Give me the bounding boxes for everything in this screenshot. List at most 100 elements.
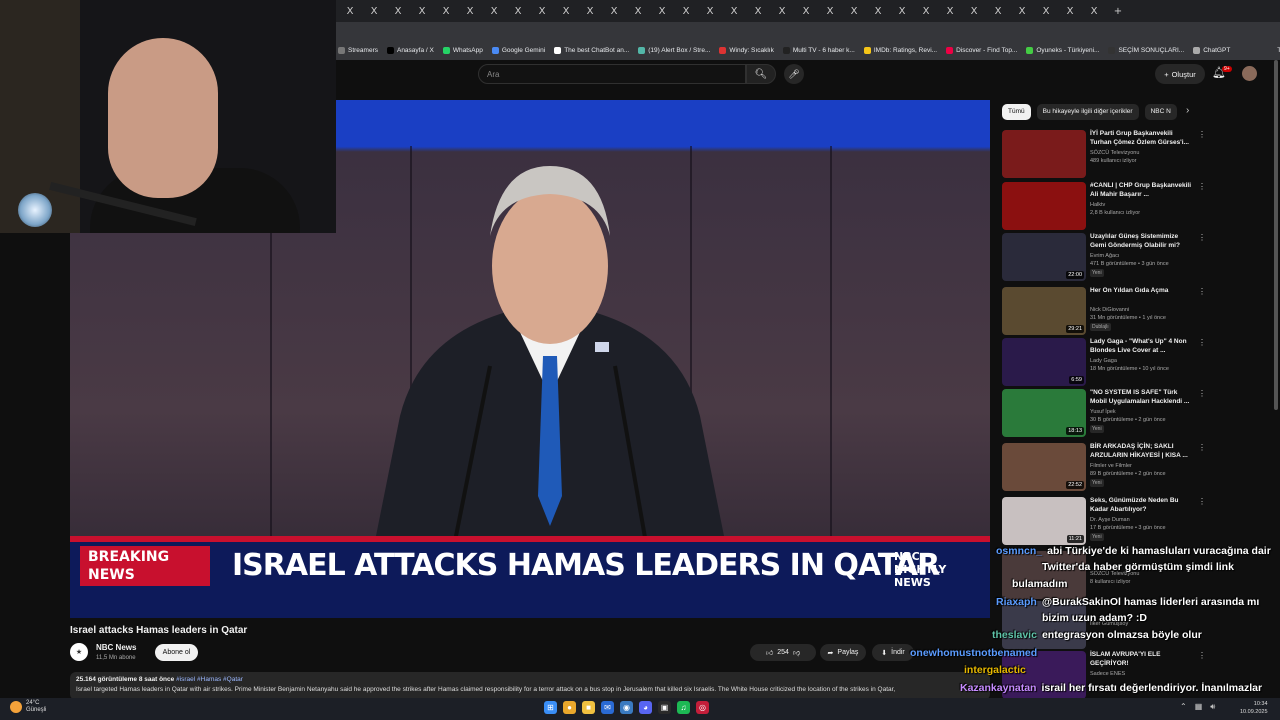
browser-tab[interactable]: X: [818, 3, 842, 19]
browser-tab[interactable]: X: [962, 3, 986, 19]
browser-tab[interactable]: X: [698, 3, 722, 19]
bookmark-item[interactable]: Anasayfa / X: [386, 46, 434, 54]
recommendation-channel[interactable]: Yusuf İpek: [1090, 409, 1116, 415]
browser-tab[interactable]: X: [530, 3, 554, 19]
share-button[interactable]: ➦ Paylaş: [820, 644, 866, 661]
recommendation-item[interactable]: 18:13 "NO SYSTEM IS SAFE" Türk Mobil Uygu…: [1002, 389, 1206, 437]
chat-username[interactable]: theslavic: [992, 629, 1037, 641]
browser-tab[interactable]: X: [458, 3, 482, 19]
discord-icon[interactable]: ◕: [639, 701, 652, 714]
subscribe-button[interactable]: Abone ol: [155, 644, 198, 661]
bookmark-item[interactable]: ChatGPT: [1193, 46, 1230, 54]
browser-tab[interactable]: X: [626, 3, 650, 19]
browser-tab[interactable]: X: [986, 3, 1010, 19]
app-icon[interactable]: ▣: [658, 701, 671, 714]
chat-username[interactable]: osmncn_: [996, 545, 1042, 557]
video-thumbnail[interactable]: [1002, 182, 1086, 230]
more-vert-icon[interactable]: ⋮: [1198, 130, 1206, 139]
video-thumbnail[interactable]: 11:21: [1002, 497, 1086, 545]
browser-tab[interactable]: X: [770, 3, 794, 19]
recommendation-item[interactable]: İYİ Parti Grup Başkanvekili Turhan Çömez…: [1002, 130, 1206, 178]
browser-tab[interactable]: X: [890, 3, 914, 19]
scrollbar[interactable]: [1274, 60, 1278, 410]
browser-tab[interactable]: X: [410, 3, 434, 19]
channel-name[interactable]: NBC News: [96, 643, 136, 652]
video-thumbnail[interactable]: [1002, 551, 1086, 599]
chat-username[interactable]: intergalactic: [964, 664, 1026, 676]
recommendation-item[interactable]: 6:59 Lady Gaga - "What's Up" 4 Non Blonde…: [1002, 338, 1206, 386]
like-dislike-group[interactable]: 👍︎ 254 👎︎: [750, 644, 816, 661]
chip-related[interactable]: Bu hikayeyle ilgili diğer içerikler: [1036, 104, 1139, 120]
channel-avatar[interactable]: ★: [70, 643, 88, 661]
more-vert-icon[interactable]: ⋮: [1198, 182, 1206, 191]
spotify-icon[interactable]: ♫: [677, 701, 690, 714]
windows-start-icon[interactable]: ⊞: [544, 701, 557, 714]
chip-all[interactable]: Tümü: [1002, 104, 1031, 120]
app-icon[interactable]: ◎: [696, 701, 709, 714]
bookmark-item[interactable]: Multi TV - 6 haber k...: [782, 46, 855, 54]
more-vert-icon[interactable]: ⋮: [1198, 651, 1206, 660]
volume-icon[interactable]: 🔊︎: [1210, 702, 1215, 712]
chevron-up-icon[interactable]: ⌃: [1180, 702, 1187, 712]
recommendation-channel[interactable]: Evrim Ağacı: [1090, 253, 1119, 259]
thumb-down-icon[interactable]: 👎︎: [793, 648, 800, 657]
recommendation-title[interactable]: İYİ Parti Grup Başkanvekili Turhan Çömez…: [1090, 130, 1194, 147]
bookmark-item[interactable]: IMDb: Ratings, Revi...: [863, 46, 937, 54]
recommendation-item[interactable]: #CANLI | CHP Grup Başkanvekili Ali Mahir…: [1002, 182, 1206, 230]
avatar[interactable]: [1242, 66, 1257, 81]
new-tab-button[interactable]: +: [1106, 3, 1130, 19]
recommendation-channel[interactable]: Dr. Ayşe Duman: [1090, 517, 1130, 523]
browser-tab[interactable]: X: [506, 3, 530, 19]
more-vert-icon[interactable]: ⋮: [1198, 338, 1206, 347]
browser-tab[interactable]: X: [386, 3, 410, 19]
browser-tab[interactable]: X: [434, 3, 458, 19]
network-icon[interactable]: ▦: [1195, 702, 1203, 712]
browser-tab[interactable]: X: [722, 3, 746, 19]
chevron-right-icon[interactable]: ›: [1186, 105, 1189, 116]
video-thumbnail[interactable]: [1002, 601, 1086, 649]
video-thumbnail[interactable]: 29:21: [1002, 287, 1086, 335]
hashtags[interactable]: #israel #Hamas #Qatar: [176, 676, 243, 683]
chip-nbc[interactable]: NBC N: [1144, 104, 1177, 120]
bookmark-item[interactable]: (19) Alert Box / Stre...: [638, 46, 710, 54]
browser-tab[interactable]: X: [578, 3, 602, 19]
bookmark-item[interactable]: Oyuneks - Türkiyeni...: [1026, 46, 1099, 54]
download-button[interactable]: ⬇ İndir: [872, 644, 914, 661]
voice-search-button[interactable]: 🎤︎: [784, 64, 804, 84]
recommendation-item[interactable]: 29:21 Her On Yıldan Gıda Açma Nick DiGiova…: [1002, 287, 1206, 335]
more-vert-icon[interactable]: ⋮: [1198, 287, 1206, 296]
browser-tab[interactable]: X: [866, 3, 890, 19]
recommendation-item[interactable]: SÖZCÜ Televizyonu 8 kullanıcı izliyor: [1002, 551, 1202, 599]
browser-tab[interactable]: X: [794, 3, 818, 19]
thumb-up-icon[interactable]: 👍︎: [766, 648, 773, 657]
video-thumbnail[interactable]: 22:00: [1002, 233, 1086, 281]
weather-widget[interactable]: 24°C Güneşli: [10, 700, 46, 714]
chat-username[interactable]: Riaxaph: [996, 596, 1037, 608]
chat-username[interactable]: Kazankaynatan: [960, 682, 1036, 694]
mail-icon[interactable]: ✉: [601, 701, 614, 714]
bookmark-item[interactable]: SEÇİM SONUÇLARI...: [1108, 46, 1184, 54]
bookmark-item[interactable]: Windy: Sıcaklık: [719, 46, 774, 54]
browser-tab[interactable]: X: [1082, 3, 1106, 19]
video-thumbnail[interactable]: 22:52: [1002, 443, 1086, 491]
browser-tab[interactable]: X: [602, 3, 626, 19]
video-thumbnail[interactable]: 18:13: [1002, 389, 1086, 437]
chrome-icon[interactable]: ●: [563, 701, 576, 714]
browser-tab[interactable]: X: [362, 3, 386, 19]
recommendation-channel[interactable]: Filmler ve Filmler: [1090, 463, 1132, 469]
browser-tab[interactable]: X: [938, 3, 962, 19]
search-input[interactable]: Ara: [478, 64, 746, 84]
recommendation-title[interactable]: Uzaylılar Güneş Sistemimize Gemi Gönderm…: [1090, 233, 1194, 250]
recommendation-title[interactable]: Her On Yıldan Gıda Açma: [1090, 287, 1194, 296]
recommendation-channel[interactable]: Sadece ENES: [1090, 671, 1125, 677]
steam-icon[interactable]: ◉: [620, 701, 633, 714]
recommendation-title[interactable]: "NO SYSTEM IS SAFE" Türk Mobil Uygulamal…: [1090, 389, 1194, 406]
more-vert-icon[interactable]: ⋮: [1198, 233, 1206, 242]
bookmark-item[interactable]: The best ChatBot an...: [554, 46, 629, 54]
recommendation-channel[interactable]: Lady Gaga: [1090, 358, 1117, 364]
folder-icon[interactable]: ■: [582, 701, 595, 714]
more-vert-icon[interactable]: ⋮: [1198, 389, 1206, 398]
browser-tab[interactable]: X: [914, 3, 938, 19]
recommendation-item[interactable]: 22:52 BİR ARKADAŞ İÇİN; SAKLI ARZULARIN H…: [1002, 443, 1206, 491]
video-thumbnail[interactable]: [1002, 130, 1086, 178]
